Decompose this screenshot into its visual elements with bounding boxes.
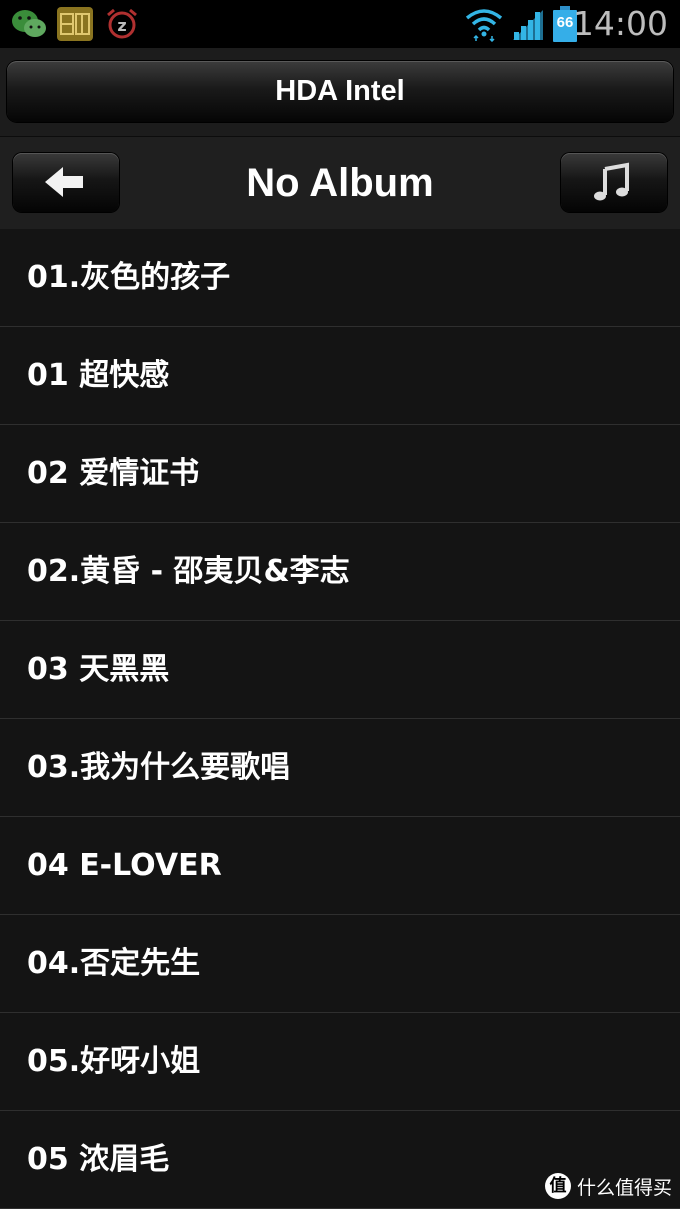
song-title: 03.我为什么要歌唱 bbox=[27, 750, 291, 785]
song-title: 03 天黑黑 bbox=[27, 652, 170, 687]
list-item[interactable]: 02 爱情证书 bbox=[0, 425, 680, 523]
status-time: 14:00 bbox=[572, 4, 668, 43]
song-list: 01.灰色的孩子 01 超快感 02 爱情证书 02.黄昏 - 邵夷贝&李志 0… bbox=[0, 229, 680, 1209]
wifi-icon bbox=[465, 9, 503, 42]
song-title: 02 爱情证书 bbox=[27, 456, 200, 491]
song-title: 01 超快感 bbox=[27, 358, 170, 393]
status-bar: z 66 14:00 bbox=[0, 0, 680, 48]
device-header: HDA Intel bbox=[0, 48, 680, 136]
list-item[interactable]: 01 超快感 bbox=[0, 327, 680, 425]
device-title: HDA Intel bbox=[275, 75, 405, 107]
song-title: 01.灰色的孩子 bbox=[27, 260, 231, 295]
list-item[interactable]: 04 E-LOVER bbox=[0, 817, 680, 915]
svg-text:z: z bbox=[117, 16, 126, 35]
list-item[interactable]: 03.我为什么要歌唱 bbox=[0, 719, 680, 817]
song-title: 04 E-LOVER bbox=[27, 848, 222, 883]
now-playing-button[interactable] bbox=[561, 153, 667, 212]
app-badge-icon bbox=[57, 7, 93, 41]
list-item[interactable]: 03 天黑黑 bbox=[0, 621, 680, 719]
device-selector-button[interactable]: HDA Intel bbox=[7, 61, 673, 122]
alarm-clock-icon: z bbox=[107, 8, 137, 39]
song-title: 04.否定先生 bbox=[27, 946, 201, 981]
list-item[interactable]: 05.好呀小姐 bbox=[0, 1013, 680, 1111]
song-title: 05 浓眉毛 bbox=[27, 1142, 170, 1177]
back-arrow-icon bbox=[45, 167, 83, 197]
list-item[interactable]: 04.否定先生 bbox=[0, 915, 680, 1013]
watermark: 值 什么值得买 bbox=[544, 1171, 672, 1201]
list-item[interactable]: 01.灰色的孩子 bbox=[0, 229, 680, 327]
album-title: No Album bbox=[246, 161, 434, 205]
list-item[interactable]: 02.黄昏 - 邵夷贝&李志 bbox=[0, 523, 680, 621]
album-header: No Album bbox=[0, 136, 680, 229]
song-title: 02.黄昏 - 邵夷贝&李志 bbox=[27, 554, 350, 589]
music-note-icon bbox=[594, 162, 629, 201]
signal-bars-icon bbox=[513, 10, 543, 40]
song-title: 05.好呀小姐 bbox=[27, 1044, 201, 1079]
watermark-badge: 值 bbox=[544, 1173, 571, 1199]
back-button[interactable] bbox=[13, 153, 119, 212]
watermark-text: 什么值得买 bbox=[576, 1176, 672, 1199]
wechat-icon bbox=[12, 10, 46, 37]
